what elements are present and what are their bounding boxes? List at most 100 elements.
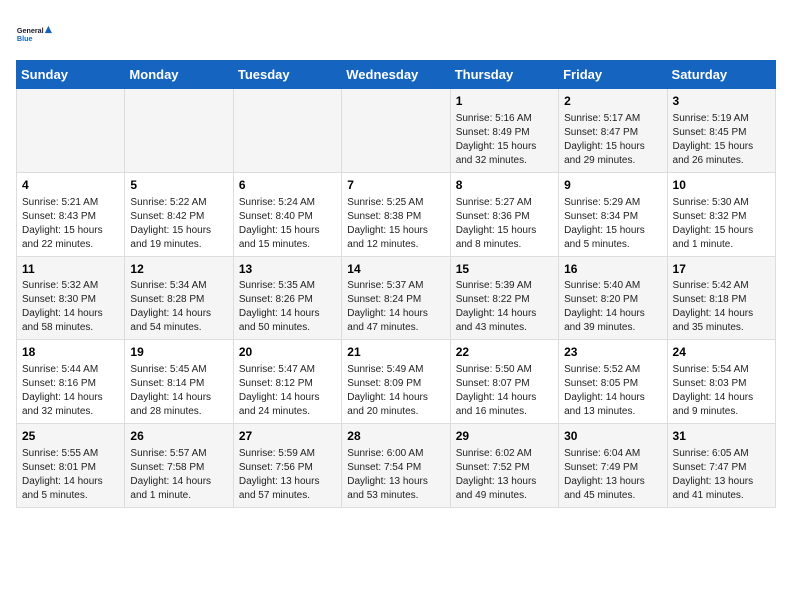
- calendar-table: SundayMondayTuesdayWednesdayThursdayFrid…: [16, 60, 776, 508]
- header-friday: Friday: [559, 61, 667, 89]
- cell-info: Sunrise: 6:02 AM Sunset: 7:52 PM Dayligh…: [456, 447, 553, 503]
- calendar-cell: 12Sunrise: 5:34 AM Sunset: 8:28 PM Dayli…: [125, 256, 233, 340]
- calendar-cell: 7 Sunrise: 5:25 AM Sunset: 8:38 PM Daylig…: [342, 172, 450, 256]
- calendar-cell: 10 Sunrise: 5:30 AM Sunset: 8:32 PM Dayli…: [667, 172, 775, 256]
- svg-text:Blue: Blue: [17, 34, 33, 43]
- calendar-cell: [342, 89, 450, 173]
- week-row-3: 11Sunrise: 5:32 AM Sunset: 8:30 PM Dayli…: [17, 256, 776, 340]
- day-number: 7: [347, 177, 444, 194]
- day-number: 24: [673, 344, 770, 361]
- day-number: 19: [130, 344, 227, 361]
- cell-info: Sunrise: 5:57 AM Sunset: 7:58 PM Dayligh…: [130, 447, 227, 503]
- header-tuesday: Tuesday: [233, 61, 341, 89]
- cell-info: Sunrise: 6:04 AM Sunset: 7:49 PM Dayligh…: [564, 447, 661, 503]
- calendar-cell: 30 Sunrise: 6:04 AM Sunset: 7:49 PM Dayli…: [559, 424, 667, 508]
- calendar-cell: 26 Sunrise: 5:57 AM Sunset: 7:58 PM Dayli…: [125, 424, 233, 508]
- calendar-cell: 24 Sunrise: 5:54 AM Sunset: 8:03 PM Dayli…: [667, 340, 775, 424]
- svg-text:General: General: [17, 26, 44, 35]
- header-wednesday: Wednesday: [342, 61, 450, 89]
- cell-info: Sunrise: 5:27 AM Sunset: 8:36 PM Dayligh…: [456, 196, 553, 252]
- calendar-cell: 16Sunrise: 5:40 AM Sunset: 8:20 PM Dayli…: [559, 256, 667, 340]
- day-number: 13: [239, 261, 336, 278]
- logo-icon: GeneralBlue: [16, 16, 52, 52]
- calendar-cell: 19 Sunrise: 5:45 AM Sunset: 8:14 PM Dayli…: [125, 340, 233, 424]
- cell-info: Sunrise: 5:40 AM Sunset: 8:20 PM Dayligh…: [564, 279, 661, 335]
- calendar-cell: 8 Sunrise: 5:27 AM Sunset: 8:36 PM Daylig…: [450, 172, 558, 256]
- cell-info: Sunrise: 5:52 AM Sunset: 8:05 PM Dayligh…: [564, 363, 661, 419]
- cell-info: Sunrise: 5:22 AM Sunset: 8:42 PM Dayligh…: [130, 196, 227, 252]
- cell-info: Sunrise: 5:55 AM Sunset: 8:01 PM Dayligh…: [22, 447, 119, 503]
- day-number: 26: [130, 428, 227, 445]
- cell-info: Sunrise: 5:16 AM Sunset: 8:49 PM Dayligh…: [456, 112, 553, 168]
- calendar-cell: [233, 89, 341, 173]
- cell-info: Sunrise: 5:42 AM Sunset: 8:18 PM Dayligh…: [673, 279, 770, 335]
- calendar-cell: 31 Sunrise: 6:05 AM Sunset: 7:47 PM Dayli…: [667, 424, 775, 508]
- day-number: 2: [564, 93, 661, 110]
- day-number: 27: [239, 428, 336, 445]
- day-number: 6: [239, 177, 336, 194]
- calendar-cell: 20Sunrise: 5:47 AM Sunset: 8:12 PM Dayli…: [233, 340, 341, 424]
- calendar-cell: 1 Sunrise: 5:16 AM Sunset: 8:49 PM Daylig…: [450, 89, 558, 173]
- day-number: 20: [239, 344, 336, 361]
- week-row-5: 25 Sunrise: 5:55 AM Sunset: 8:01 PM Dayli…: [17, 424, 776, 508]
- day-number: 28: [347, 428, 444, 445]
- day-number: 4: [22, 177, 119, 194]
- calendar-cell: 17Sunrise: 5:42 AM Sunset: 8:18 PM Dayli…: [667, 256, 775, 340]
- cell-info: Sunrise: 6:05 AM Sunset: 7:47 PM Dayligh…: [673, 447, 770, 503]
- page-header: GeneralBlue: [16, 16, 776, 52]
- week-row-1: 1 Sunrise: 5:16 AM Sunset: 8:49 PM Daylig…: [17, 89, 776, 173]
- cell-info: Sunrise: 5:25 AM Sunset: 8:38 PM Dayligh…: [347, 196, 444, 252]
- calendar-cell: 5 Sunrise: 5:22 AM Sunset: 8:42 PM Daylig…: [125, 172, 233, 256]
- calendar-cell: 4 Sunrise: 5:21 AM Sunset: 8:43 PM Daylig…: [17, 172, 125, 256]
- header-monday: Monday: [125, 61, 233, 89]
- logo: GeneralBlue: [16, 16, 52, 52]
- cell-info: Sunrise: 5:21 AM Sunset: 8:43 PM Dayligh…: [22, 196, 119, 252]
- day-number: 8: [456, 177, 553, 194]
- calendar-cell: 21Sunrise: 5:49 AM Sunset: 8:09 PM Dayli…: [342, 340, 450, 424]
- calendar-header-row: SundayMondayTuesdayWednesdayThursdayFrid…: [17, 61, 776, 89]
- calendar-cell: 25 Sunrise: 5:55 AM Sunset: 8:01 PM Dayli…: [17, 424, 125, 508]
- calendar-cell: 23Sunrise: 5:52 AM Sunset: 8:05 PM Dayli…: [559, 340, 667, 424]
- cell-info: Sunrise: 5:24 AM Sunset: 8:40 PM Dayligh…: [239, 196, 336, 252]
- day-number: 1: [456, 93, 553, 110]
- day-number: 14: [347, 261, 444, 278]
- day-number: 25: [22, 428, 119, 445]
- cell-info: Sunrise: 5:49 AM Sunset: 8:09 PM Dayligh…: [347, 363, 444, 419]
- day-number: 18: [22, 344, 119, 361]
- calendar-cell: [125, 89, 233, 173]
- cell-info: Sunrise: 5:59 AM Sunset: 7:56 PM Dayligh…: [239, 447, 336, 503]
- calendar-cell: 14Sunrise: 5:37 AM Sunset: 8:24 PM Dayli…: [342, 256, 450, 340]
- calendar-cell: 2Sunrise: 5:17 AM Sunset: 8:47 PM Daylig…: [559, 89, 667, 173]
- calendar-cell: 29 Sunrise: 6:02 AM Sunset: 7:52 PM Dayli…: [450, 424, 558, 508]
- calendar-cell: 6 Sunrise: 5:24 AM Sunset: 8:40 PM Daylig…: [233, 172, 341, 256]
- calendar-cell: 22Sunrise: 5:50 AM Sunset: 8:07 PM Dayli…: [450, 340, 558, 424]
- day-number: 10: [673, 177, 770, 194]
- day-number: 29: [456, 428, 553, 445]
- cell-info: Sunrise: 5:39 AM Sunset: 8:22 PM Dayligh…: [456, 279, 553, 335]
- day-number: 22: [456, 344, 553, 361]
- calendar-cell: 18 Sunrise: 5:44 AM Sunset: 8:16 PM Dayli…: [17, 340, 125, 424]
- week-row-4: 18 Sunrise: 5:44 AM Sunset: 8:16 PM Dayli…: [17, 340, 776, 424]
- day-number: 30: [564, 428, 661, 445]
- cell-info: Sunrise: 5:45 AM Sunset: 8:14 PM Dayligh…: [130, 363, 227, 419]
- calendar-cell: 15Sunrise: 5:39 AM Sunset: 8:22 PM Dayli…: [450, 256, 558, 340]
- day-number: 5: [130, 177, 227, 194]
- cell-info: Sunrise: 5:44 AM Sunset: 8:16 PM Dayligh…: [22, 363, 119, 419]
- calendar-cell: 9 Sunrise: 5:29 AM Sunset: 8:34 PM Daylig…: [559, 172, 667, 256]
- cell-info: Sunrise: 5:35 AM Sunset: 8:26 PM Dayligh…: [239, 279, 336, 335]
- day-number: 11: [22, 261, 119, 278]
- day-number: 17: [673, 261, 770, 278]
- day-number: 16: [564, 261, 661, 278]
- header-saturday: Saturday: [667, 61, 775, 89]
- cell-info: Sunrise: 6:00 AM Sunset: 7:54 PM Dayligh…: [347, 447, 444, 503]
- cell-info: Sunrise: 5:30 AM Sunset: 8:32 PM Dayligh…: [673, 196, 770, 252]
- day-number: 31: [673, 428, 770, 445]
- calendar-cell: 13Sunrise: 5:35 AM Sunset: 8:26 PM Dayli…: [233, 256, 341, 340]
- header-thursday: Thursday: [450, 61, 558, 89]
- cell-info: Sunrise: 5:34 AM Sunset: 8:28 PM Dayligh…: [130, 279, 227, 335]
- cell-info: Sunrise: 5:54 AM Sunset: 8:03 PM Dayligh…: [673, 363, 770, 419]
- cell-info: Sunrise: 5:29 AM Sunset: 8:34 PM Dayligh…: [564, 196, 661, 252]
- day-number: 9: [564, 177, 661, 194]
- cell-info: Sunrise: 5:37 AM Sunset: 8:24 PM Dayligh…: [347, 279, 444, 335]
- week-row-2: 4 Sunrise: 5:21 AM Sunset: 8:43 PM Daylig…: [17, 172, 776, 256]
